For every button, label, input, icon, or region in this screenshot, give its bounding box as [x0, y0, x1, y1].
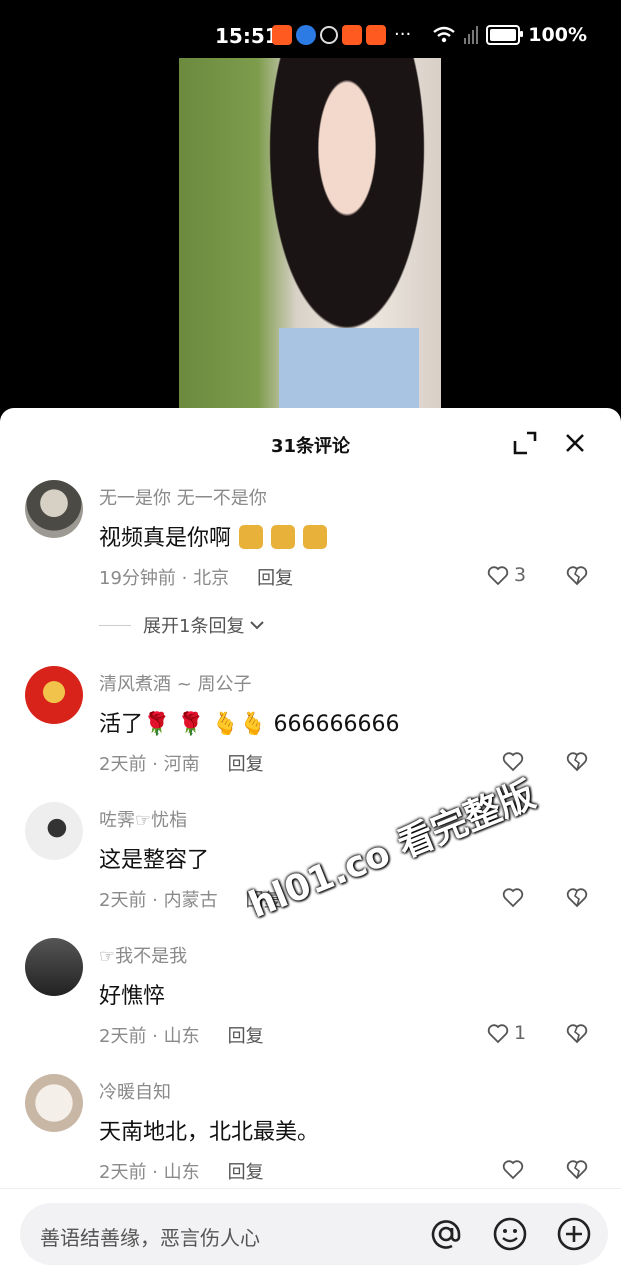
- expand-replies-button[interactable]: 展开1条回复: [99, 612, 266, 638]
- broken-heart-icon[interactable]: [565, 749, 589, 773]
- battery-icon: [486, 25, 524, 45]
- comment-time-location: 2天前 · 山东: [99, 1026, 200, 1047]
- reply-button[interactable]: 回复: [228, 1026, 264, 1047]
- heart-icon: [487, 566, 509, 586]
- comment-username[interactable]: ☞我不是我: [99, 942, 187, 968]
- broken-heart-icon[interactable]: [565, 885, 589, 909]
- like-count: 1: [514, 1022, 527, 1044]
- broken-heart-icon[interactable]: [565, 563, 589, 587]
- emoji-icon[interactable]: [492, 1216, 528, 1252]
- avatar[interactable]: [25, 666, 83, 724]
- comments-panel: 31条评论 无一是你 无一不是你 视频真是你啊 19分钟前 · 北京 回复 3 展…: [0, 408, 621, 1280]
- comment-input-bar: 善语结善缘，恶言伤人心: [0, 1188, 621, 1281]
- video-subject-clothing: [279, 328, 419, 418]
- more-notifications-icon: ···: [394, 24, 412, 45]
- cat-emoji-icon: [239, 525, 264, 549]
- cat-emoji-icon: [303, 525, 328, 549]
- comment-username[interactable]: 咗霁☞忧栺: [99, 806, 187, 832]
- comment-meta: 19分钟前 · 北京 回复: [99, 564, 293, 590]
- notification-icons: ···: [272, 24, 411, 45]
- comment-username[interactable]: 冷暖自知: [99, 1078, 171, 1104]
- comment-text-body: 视频真是你啊: [99, 526, 232, 551]
- comment-text: 这是整容了: [99, 848, 210, 873]
- broken-heart-icon[interactable]: [565, 1021, 589, 1045]
- like-button[interactable]: 3: [486, 563, 526, 587]
- cat-emoji-icon: [271, 525, 296, 549]
- like-button[interactable]: 1: [486, 1021, 526, 1045]
- comment-username[interactable]: 无一是你 无一不是你: [99, 484, 267, 510]
- heart-icon: [502, 1160, 524, 1180]
- wifi-icon: [433, 26, 456, 43]
- reply-button[interactable]: 回复: [228, 754, 264, 775]
- comment-meta: 2天前 · 河南 回复: [99, 750, 264, 776]
- comment-meta: 2天前 · 山东 回复: [99, 1022, 264, 1048]
- expand-replies-label: 展开1条回复: [143, 616, 245, 637]
- system-status: 100%: [432, 24, 587, 46]
- comment-input-placeholder[interactable]: 善语结善缘，恶言伤人心: [40, 1222, 260, 1251]
- comment-time-location: 2天前 · 山东: [99, 1162, 200, 1183]
- avatar[interactable]: [25, 1074, 83, 1132]
- like-button[interactable]: [501, 1157, 529, 1181]
- app-notification-icon: [272, 24, 292, 45]
- comment-text: 活了🌹 🌹 🫰🫰 666666666: [99, 712, 400, 737]
- comment-time-location: 2天前 · 内蒙古: [99, 890, 218, 911]
- avatar[interactable]: [25, 802, 83, 860]
- comment-text: 天南地北，北北最美。: [99, 1120, 320, 1145]
- status-bar: 15:51 ··· 100%: [0, 0, 621, 58]
- add-icon[interactable]: [556, 1216, 592, 1252]
- close-icon[interactable]: [562, 430, 588, 456]
- comment-text: 视频真是你啊: [99, 520, 328, 552]
- battery-percent: 100%: [528, 24, 587, 46]
- heart-icon: [502, 888, 524, 908]
- comment-time-location: 19分钟前 · 北京: [99, 568, 230, 589]
- chevron-down-icon: [250, 621, 265, 630]
- broken-heart-icon[interactable]: [565, 1157, 589, 1181]
- divider: [99, 624, 131, 626]
- comment-username[interactable]: 清风煮酒 ~ 周公子: [99, 670, 252, 696]
- app-notification-icon: [342, 24, 362, 45]
- hotspot-icon: [320, 25, 338, 44]
- comment-meta: 2天前 · 山东 回复: [99, 1158, 264, 1184]
- comments-header: 31条评论: [0, 408, 621, 480]
- browser-notification-icon: [296, 24, 316, 45]
- heart-icon: [487, 1024, 509, 1044]
- video-subject: [257, 58, 437, 358]
- reply-button[interactable]: 回复: [257, 568, 293, 589]
- app-notification-icon: [366, 24, 386, 45]
- comment-input[interactable]: 善语结善缘，恶言伤人心: [20, 1203, 608, 1265]
- comment-time-location: 2天前 · 河南: [99, 754, 200, 775]
- reply-button[interactable]: 回复: [228, 1162, 264, 1183]
- status-time: 15:51: [215, 24, 279, 48]
- expand-icon[interactable]: [512, 430, 538, 456]
- video-frame[interactable]: [179, 58, 441, 418]
- avatar[interactable]: [25, 480, 83, 538]
- like-count: 3: [514, 564, 527, 586]
- avatar[interactable]: [25, 938, 83, 996]
- comment-text: 好憔悴: [99, 984, 166, 1009]
- like-button[interactable]: [501, 885, 529, 909]
- video-player[interactable]: [0, 58, 621, 418]
- mention-icon[interactable]: [428, 1216, 464, 1252]
- signal-icon: [464, 26, 479, 44]
